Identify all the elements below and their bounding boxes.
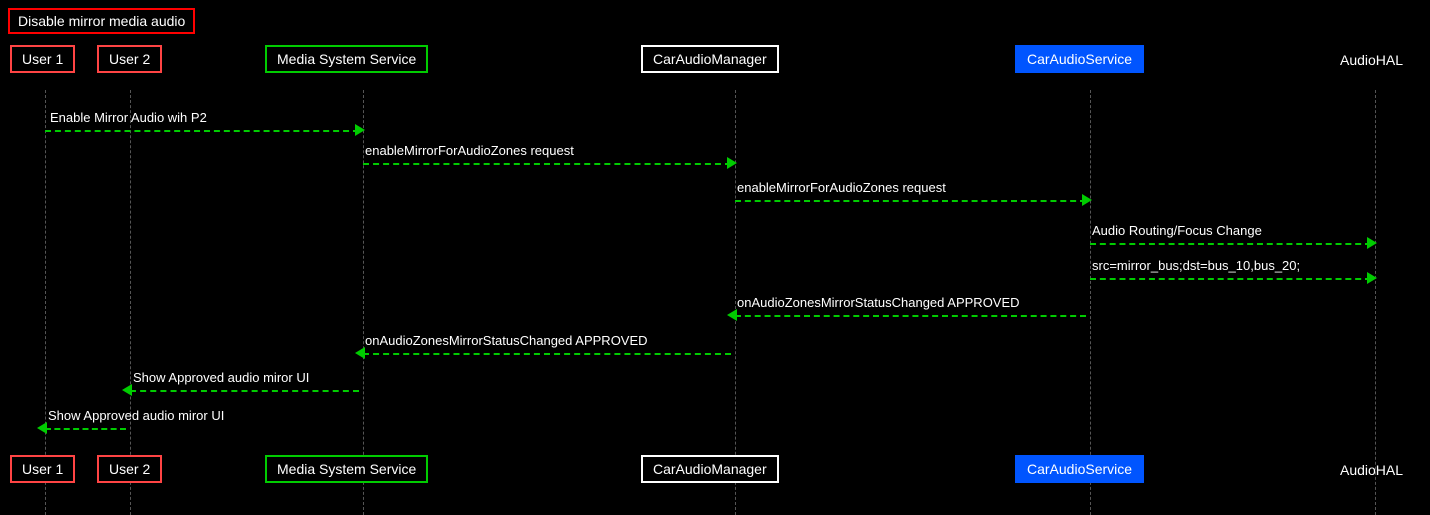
- msg4-arrow: [1367, 237, 1377, 249]
- actor-cam-bottom: CarAudioManager: [641, 455, 779, 483]
- title-text: Disable mirror media audio: [18, 13, 185, 29]
- msg7-line: [130, 390, 359, 392]
- msg4b-label: src=mirror_bus;dst=bus_10,bus_20;: [1092, 258, 1300, 273]
- actor-hal-bottom: AudioHAL: [1340, 462, 1403, 478]
- msg4-line: [1090, 243, 1371, 245]
- msg1-line: [45, 130, 359, 132]
- msg6-label: onAudioZonesMirrorStatusChanged APPROVED: [365, 333, 648, 348]
- lifeline-user2: [130, 90, 131, 515]
- msg2-arrow: [727, 157, 737, 169]
- msg8-arrow: [37, 422, 47, 434]
- lifeline-mss: [363, 90, 364, 515]
- title-box: Disable mirror media audio: [8, 8, 195, 34]
- msg4b-arrow: [1367, 272, 1377, 284]
- lifeline-cas: [1090, 90, 1091, 515]
- actor-cam-top: CarAudioManager: [641, 45, 779, 73]
- msg5-line: [735, 315, 1086, 317]
- msg6-arrow: [355, 347, 365, 359]
- msg6-line: [363, 353, 731, 355]
- msg3-label: enableMirrorForAudioZones request: [737, 180, 946, 195]
- actor-hal-top: AudioHAL: [1340, 52, 1403, 68]
- actor-mss-top: Media System Service: [265, 45, 428, 73]
- lifeline-hal: [1375, 90, 1376, 515]
- lifeline-cam: [735, 90, 736, 515]
- msg7-arrow: [122, 384, 132, 396]
- actor-user2-bottom: User 2: [97, 455, 162, 483]
- msg3-line: [735, 200, 1086, 202]
- msg4b-line: [1090, 278, 1371, 280]
- lifeline-user1: [45, 90, 46, 515]
- diagram-container: Disable mirror media audio User 1 User 2…: [0, 0, 1430, 515]
- actor-mss-bottom: Media System Service: [265, 455, 428, 483]
- actor-cas-top: CarAudioService: [1015, 45, 1144, 73]
- actor-user1-top: User 1: [10, 45, 75, 73]
- msg8-label: Show Approved audio miror UI: [48, 408, 224, 423]
- msg8-line: [45, 428, 126, 430]
- actor-user1-bottom: User 1: [10, 455, 75, 483]
- actor-cas-bottom: CarAudioService: [1015, 455, 1144, 483]
- msg1-label: Enable Mirror Audio wih P2: [50, 110, 207, 125]
- msg2-label: enableMirrorForAudioZones request: [365, 143, 574, 158]
- msg7-label: Show Approved audio miror UI: [133, 370, 309, 385]
- msg5-arrow: [727, 309, 737, 321]
- msg3-arrow: [1082, 194, 1092, 206]
- msg1-arrow: [355, 124, 365, 136]
- actor-user2-top: User 2: [97, 45, 162, 73]
- msg2-line: [363, 163, 731, 165]
- msg5-label: onAudioZonesMirrorStatusChanged APPROVED: [737, 295, 1020, 310]
- msg4-label: Audio Routing/Focus Change: [1092, 223, 1262, 238]
